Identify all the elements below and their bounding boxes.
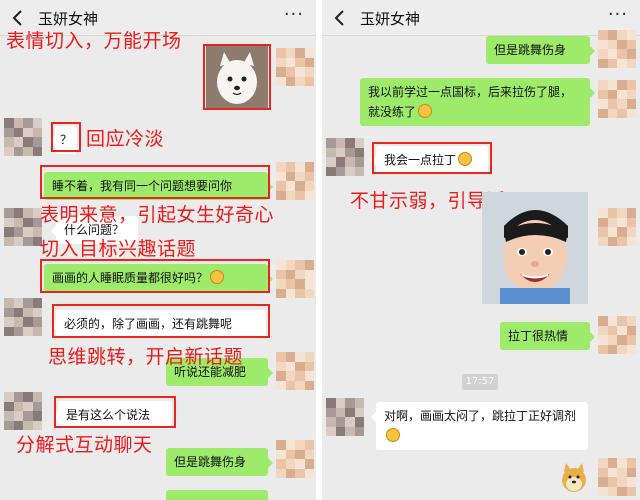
- message-text: 我以前学过一点国标，后来拉伤了腿，就没练了: [368, 85, 573, 119]
- highlight-box: [52, 304, 270, 338]
- back-chevron-icon[interactable]: [330, 8, 350, 28]
- highlight-box: [54, 396, 176, 428]
- message-bubble: 对啊，画画太闷了，跳拉丁正好调剂: [371, 402, 588, 450]
- annotation-note: 表明来意，引起女生好奇心: [40, 205, 275, 226]
- self-avatar[interactable]: [276, 440, 314, 478]
- self-avatar[interactable]: [276, 48, 314, 86]
- kid-face-sticker-image[interactable]: [482, 192, 588, 304]
- contact-avatar[interactable]: [4, 118, 42, 156]
- annotation-note: 回应冷淡: [86, 129, 165, 150]
- smiley-emoji-icon: [418, 104, 433, 118]
- message-bubble: 拉丁很热情: [500, 322, 595, 350]
- doge-sticker-image[interactable]: [558, 462, 590, 494]
- annotation-note: 切入目标兴趣话题: [40, 239, 197, 260]
- chat-header: 玉妍女神 ···: [322, 0, 640, 36]
- contact-avatar[interactable]: [4, 208, 42, 246]
- message-bubble: 但是跳舞伤身: [486, 36, 595, 64]
- timestamp: 17:57: [462, 374, 498, 390]
- self-avatar[interactable]: [598, 208, 636, 246]
- more-options-icon[interactable]: ···: [608, 4, 628, 25]
- highlight-box: [51, 122, 81, 152]
- self-avatar[interactable]: [598, 458, 636, 496]
- message-bubble: 我以前学过一点国标，后来拉伤了腿，就没练了: [360, 78, 595, 126]
- chat-title: 玉妍女神: [360, 10, 421, 28]
- chat-screen-right: 玉妍女神 ··· 但是跳舞伤身 我以前学过一点国标，后来拉伤了腿，就没练了 我会…: [322, 0, 640, 500]
- self-avatar[interactable]: [276, 162, 314, 200]
- chat-screen-left: 玉妍女神 ··· ？ 睡不着，我有同一个问题想要问你 什么问题？ 画画的人睡眠质…: [0, 0, 316, 500]
- self-avatar[interactable]: [598, 316, 636, 354]
- annotation-note: 表情切入，万能开场: [6, 31, 182, 52]
- message-bubble: [166, 490, 268, 500]
- highlight-box: [203, 44, 271, 110]
- self-avatar[interactable]: [598, 30, 636, 68]
- smiley-emoji-icon: [386, 428, 400, 442]
- self-avatar[interactable]: [598, 80, 636, 118]
- annotation-note: 分解式互动聊天: [16, 435, 153, 456]
- message-bubble: 但是跳舞伤身: [166, 448, 273, 476]
- highlight-box: [40, 165, 270, 199]
- contact-avatar[interactable]: [326, 138, 364, 176]
- back-chevron-icon[interactable]: [8, 8, 28, 28]
- contact-avatar[interactable]: [4, 298, 42, 336]
- more-options-icon[interactable]: ···: [284, 4, 304, 25]
- self-avatar[interactable]: [276, 260, 314, 298]
- highlight-box: [372, 142, 492, 174]
- contact-avatar[interactable]: [4, 392, 42, 430]
- highlight-box: [40, 259, 270, 293]
- message-text: 对啊，画画太闷了，跳拉丁正好调剂: [384, 409, 577, 423]
- annotation-note: 思维跳转，开启新话题: [48, 347, 244, 368]
- self-avatar[interactable]: [276, 352, 314, 390]
- contact-avatar[interactable]: [326, 398, 364, 436]
